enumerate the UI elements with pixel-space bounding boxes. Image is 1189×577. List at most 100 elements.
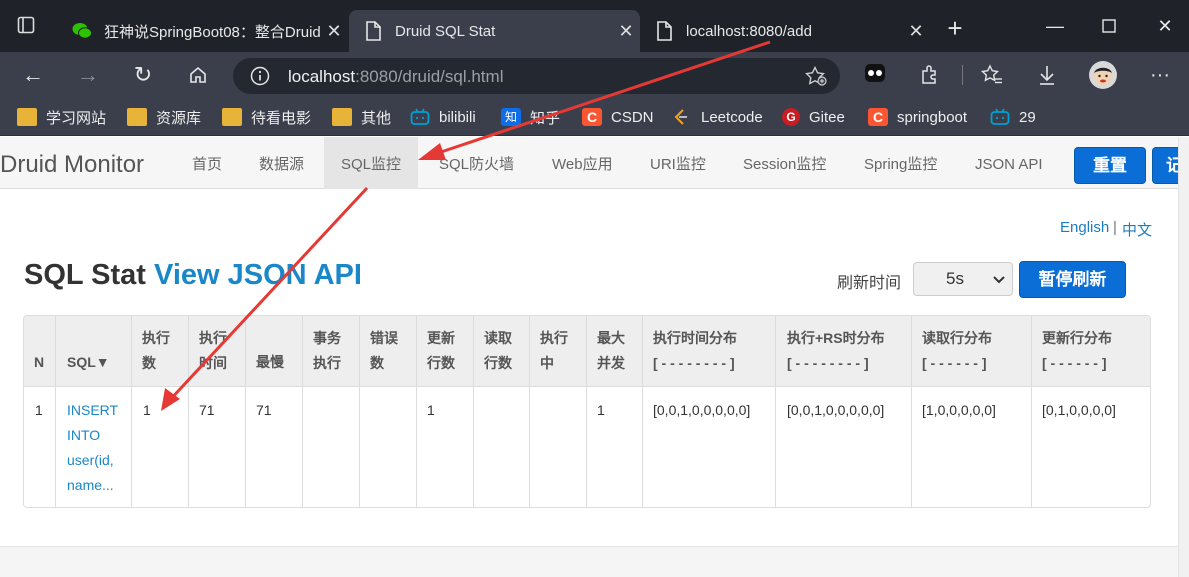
refresh-interval-select[interactable]: 5s (913, 262, 1013, 296)
cell-exec-count: 1 (143, 402, 151, 418)
cell-update-hist: [0,1,0,0,0,0] (1042, 402, 1116, 418)
cell-n: 1 (35, 402, 43, 418)
menu-json-api[interactable]: JSON API (975, 137, 1043, 189)
more-icon[interactable]: ··· (1143, 60, 1177, 90)
bookmark-item[interactable]: 资源库 (127, 107, 201, 127)
column-divider (1031, 316, 1032, 507)
lang-english-link[interactable]: English (1060, 219, 1109, 236)
bookmark-item[interactable]: 知 知乎 (501, 107, 560, 127)
view-json-api-link[interactable]: View JSON API (154, 259, 362, 291)
druid-navbar: Druid Monitor 首页 数据源 SQL监控 SQL防火墙 Web应用 … (0, 137, 1189, 189)
sql-stat-table: N SQL▼ 执行数 执行 时间 最慢 事务 执行 错误数 更新 行数 读取 行数 执行… (23, 315, 1151, 508)
menu-uri-monitor[interactable]: URI监控 (650, 137, 706, 189)
sql-link[interactable]: INSERT INTO user(id, name... (67, 398, 118, 498)
close-icon[interactable]: ✕ (320, 21, 348, 42)
browser-toolbar: ← → ↻ localhost:8080/druid/sql.html ··· (0, 52, 1189, 98)
menu-web-app[interactable]: Web应用 (552, 137, 613, 189)
download-icon[interactable] (1030, 60, 1064, 90)
lang-chinese-link[interactable]: 中文 (1122, 219, 1152, 240)
menu-datasource[interactable]: 数据源 (259, 137, 304, 189)
window-close-icon[interactable]: ✕ (1142, 12, 1188, 40)
folder-icon (332, 108, 352, 126)
column-header-read-hist[interactable]: 读取行分布[ - - - - - - ] (922, 326, 992, 376)
home-icon[interactable] (181, 60, 215, 90)
bookmarks-bar: 学习网站 资源库 待看电影 其他 bilibili 知 知乎 C CSDN Le… (0, 98, 1189, 136)
bookmark-item[interactable]: Leetcode (672, 107, 763, 127)
cell-slowest: 71 (256, 402, 272, 418)
column-header-update-hist[interactable]: 更新行分布[ - - - - - - ] (1042, 326, 1112, 376)
minimize-icon[interactable]: — (1032, 12, 1078, 40)
extensions-icon[interactable] (913, 60, 947, 90)
column-divider (642, 316, 643, 507)
column-header-errors[interactable]: 错误数 (370, 326, 398, 376)
close-icon[interactable]: ✕ (612, 21, 640, 42)
column-header-sql[interactable]: SQL▼ (67, 350, 110, 375)
column-header-read-rows[interactable]: 读取 行数 (484, 326, 512, 376)
zhihu-icon: 知 (501, 108, 521, 126)
column-header-update-rows[interactable]: 更新 行数 (427, 326, 455, 376)
leetcode-icon (672, 108, 692, 126)
column-header-max-concurrent[interactable]: 最大 并发 (597, 326, 625, 376)
address-url: localhost:8080/druid/sql.html (288, 67, 504, 86)
forward-icon[interactable]: → (71, 60, 105, 90)
column-header-exec-rs-hist[interactable]: 执行+RS时分布[ - - - - - - - - ] (787, 326, 885, 376)
maximize-icon[interactable] (1086, 12, 1132, 40)
menu-spring-monitor[interactable]: Spring监控 (864, 137, 937, 189)
column-divider (188, 316, 189, 507)
cell-read-hist: [1,0,0,0,0,0] (922, 402, 996, 418)
column-divider (775, 316, 776, 507)
close-icon[interactable]: ✕ (902, 21, 930, 42)
brand[interactable]: Druid Monitor (0, 151, 144, 179)
page-footer (0, 546, 1178, 577)
bookmark-item[interactable]: C CSDN (582, 107, 654, 127)
tab-druid-sql-stat[interactable]: Druid SQL Stat ✕ (349, 10, 640, 52)
tab-springboot[interactable]: 狂神说SpringBoot08：整合Druid ✕ (58, 10, 348, 52)
column-divider (416, 316, 417, 507)
folder-icon (127, 108, 147, 126)
column-header-tx-exec[interactable]: 事务 执行 (313, 326, 341, 376)
folder-icon (222, 108, 242, 126)
bookmark-item[interactable]: G Gitee (782, 107, 845, 127)
column-header-exec-count[interactable]: 执行数 (142, 326, 170, 376)
extension-mask-icon[interactable] (858, 61, 892, 91)
druid-page: Druid Monitor 首页 数据源 SQL监控 SQL防火墙 Web应用 … (0, 137, 1189, 577)
bookmark-item[interactable]: C springboot (868, 107, 967, 127)
cell-exec-hist: [0,0,1,0,0,0,0,0] (653, 402, 751, 418)
column-header-exec-hist[interactable]: 执行时间分布[ - - - - - - - - ] (653, 326, 737, 376)
column-divider (131, 316, 132, 507)
column-header-slowest[interactable]: 最慢 (256, 350, 284, 375)
wechat-icon (72, 21, 92, 41)
cell-update-rows: 1 (427, 402, 435, 418)
column-header-exec-time[interactable]: 执行 时间 (199, 326, 227, 376)
menu-sql-firewall[interactable]: SQL防火墙 (439, 137, 514, 189)
bilibili-icon (990, 108, 1010, 126)
toolbar-divider (962, 65, 963, 85)
back-icon[interactable]: ← (16, 60, 50, 90)
column-divider (245, 316, 246, 507)
info-icon[interactable] (250, 66, 270, 91)
favorites-icon[interactable] (975, 60, 1009, 90)
avatar[interactable] (1086, 60, 1120, 90)
cell-max-concurrent: 1 (597, 402, 605, 418)
column-divider (359, 316, 360, 507)
scrollbar[interactable] (1178, 137, 1189, 577)
bookmark-item[interactable]: 其他 (332, 107, 391, 127)
menu-home[interactable]: 首页 (192, 137, 222, 189)
tab-localhost-add[interactable]: localhost:8080/add ✕ (640, 10, 930, 52)
tab-actions-icon[interactable] (4, 14, 48, 42)
bookmark-item[interactable]: 29 (990, 107, 1036, 127)
reset-button[interactable]: 重置 (1074, 147, 1146, 184)
pause-refresh-button[interactable]: 暂停刷新 (1019, 261, 1126, 298)
reload-icon[interactable]: ↻ (126, 60, 160, 90)
menu-session-monitor[interactable]: Session监控 (743, 137, 826, 189)
column-header-running[interactable]: 执行中 (540, 326, 568, 376)
bookmark-item[interactable]: bilibili (410, 107, 476, 127)
bookmark-item[interactable]: 待看电影 (222, 107, 311, 127)
column-header-n[interactable]: N (34, 350, 44, 375)
bookmark-item[interactable]: 学习网站 (17, 107, 106, 127)
new-tab-icon[interactable]: + (932, 14, 978, 42)
add-favorite-icon[interactable] (805, 65, 827, 91)
csdn-icon: C (582, 108, 602, 126)
address-bar[interactable]: localhost:8080/druid/sql.html (233, 58, 840, 94)
menu-sql-monitor[interactable]: SQL监控 (324, 137, 419, 189)
